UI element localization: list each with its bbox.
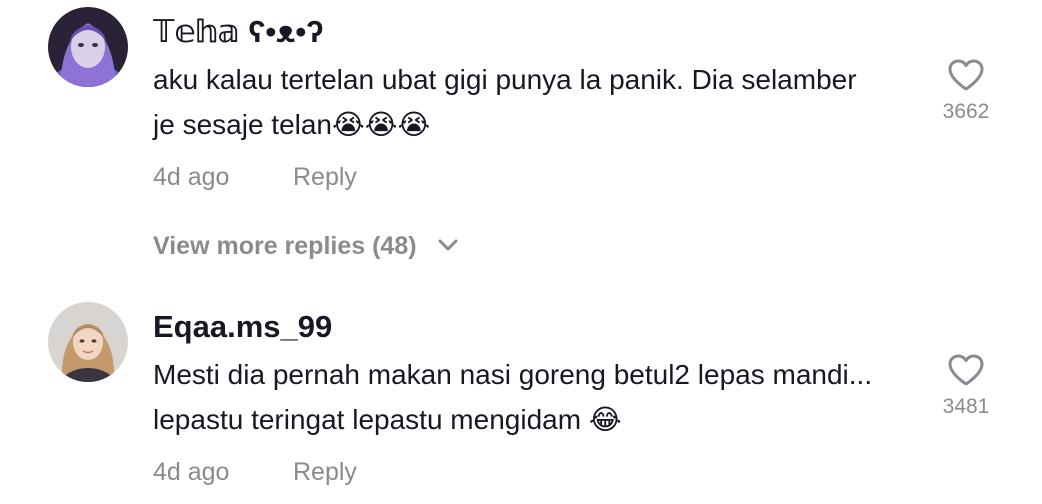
reply-button[interactable]: Reply bbox=[293, 458, 357, 487]
reply-button[interactable]: Reply bbox=[293, 163, 357, 192]
avatar[interactable] bbox=[48, 7, 128, 87]
like-control: 3481 bbox=[921, 353, 1011, 419]
username[interactable]: Eqaa.ms_99 bbox=[153, 309, 332, 345]
comment-text: Mesti dia pernah makan nasi goreng betul… bbox=[153, 359, 873, 435]
timestamp: 4d ago bbox=[153, 458, 230, 486]
avatar[interactable] bbox=[48, 302, 128, 382]
heart-outline-icon[interactable] bbox=[947, 353, 985, 387]
comment-meta: 4d ago Reply bbox=[153, 458, 357, 487]
view-more-replies-label: View more replies (48) bbox=[153, 232, 417, 260]
like-control: 3662 bbox=[921, 58, 1011, 124]
comment-meta: 4d ago Reply bbox=[153, 163, 357, 192]
timestamp: 4d ago bbox=[153, 163, 230, 191]
avatar-image bbox=[48, 302, 128, 382]
username[interactable]: 𝕋𝕖𝕙𝕒 ʕ•ᴥ•ʔ bbox=[153, 14, 323, 50]
comment-text: aku kalau tertelan ubat gigi punya la pa… bbox=[153, 64, 857, 140]
heart-outline-icon[interactable] bbox=[947, 58, 985, 92]
like-count: 3481 bbox=[942, 395, 990, 418]
chevron-down-icon bbox=[438, 239, 458, 251]
like-count: 3662 bbox=[942, 100, 990, 123]
avatar-image bbox=[48, 7, 128, 87]
view-more-replies-button[interactable]: View more replies (48) bbox=[153, 232, 458, 261]
